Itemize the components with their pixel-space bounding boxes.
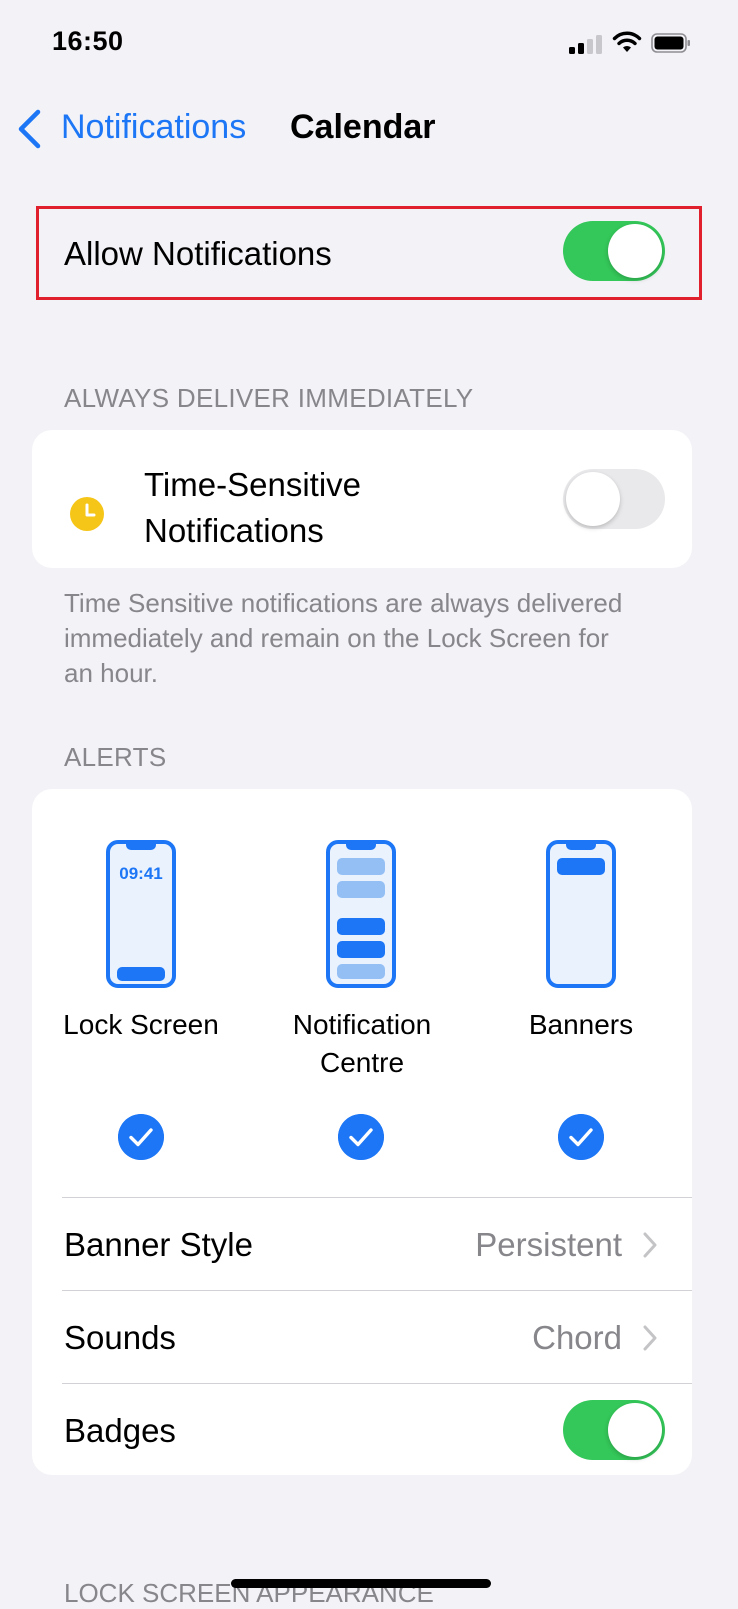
- notification-centre-label: Notification Centre: [292, 1009, 432, 1078]
- allow-notifications-toggle[interactable]: [563, 221, 665, 281]
- banners-phone-icon[interactable]: [546, 840, 616, 988]
- divider: [62, 1383, 692, 1384]
- clock-icon: [70, 497, 104, 531]
- lock-screen-phone-icon[interactable]: 09:41: [106, 840, 176, 988]
- badges-toggle[interactable]: [563, 1400, 665, 1460]
- page-title: Calendar: [290, 108, 436, 146]
- battery-icon: [651, 33, 690, 53]
- banner-style-label: Banner Style: [64, 1226, 253, 1263]
- banners-check-icon[interactable]: [558, 1114, 604, 1160]
- lock-screen-check-icon[interactable]: [118, 1114, 164, 1160]
- allow-notifications-label: Allow Notifications: [64, 235, 332, 272]
- notification-centre-phone-icon[interactable]: [326, 840, 396, 988]
- alerts-header: ALERTS: [64, 742, 167, 772]
- back-chevron-icon[interactable]: [14, 108, 44, 150]
- time-sensitive-label: Time-Sensitive Notifications: [144, 466, 361, 549]
- sounds-label: Sounds: [64, 1319, 176, 1356]
- wifi-icon: [612, 31, 642, 52]
- always-deliver-header: ALWAYS DELIVER IMMEDIATELY: [64, 383, 474, 413]
- time-sensitive-toggle[interactable]: [563, 469, 665, 529]
- chevron-right-icon: [643, 1325, 657, 1351]
- time-sensitive-footer: Time Sensitive notifications are always …: [64, 588, 623, 688]
- sounds-value: Chord: [532, 1319, 622, 1356]
- badges-label: Badges: [64, 1412, 176, 1449]
- status-time: 16:50: [52, 26, 124, 56]
- back-button[interactable]: Notifications: [61, 108, 246, 147]
- banners-label: Banners: [528, 1009, 634, 1040]
- cellular-signal-icon: [569, 34, 603, 54]
- banner-style-value: Persistent: [475, 1226, 622, 1263]
- home-indicator[interactable]: [231, 1579, 491, 1588]
- lock-screen-label: Lock Screen: [63, 1009, 219, 1040]
- lock-screen-time: 09:41: [119, 864, 163, 883]
- chevron-right-icon: [643, 1232, 657, 1258]
- notification-centre-check-icon[interactable]: [338, 1114, 384, 1160]
